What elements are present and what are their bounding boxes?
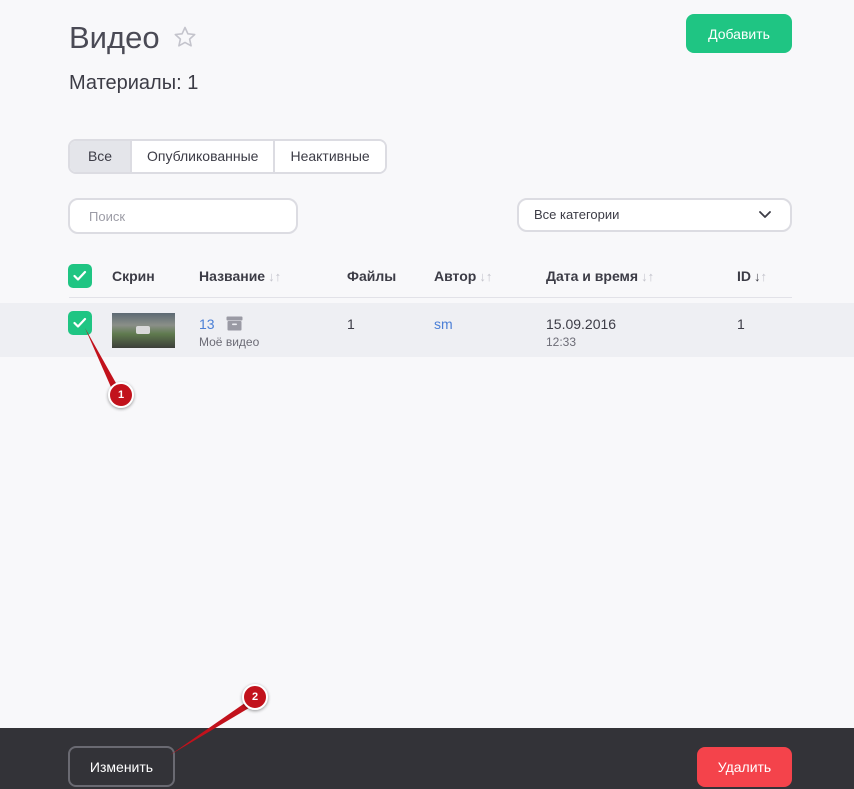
header-divider xyxy=(69,297,792,298)
tab-all[interactable]: Все xyxy=(70,141,132,172)
row-date: 15.09.2016 xyxy=(546,316,617,332)
column-id[interactable]: ID ↓↑ xyxy=(737,268,767,284)
materials-count: Материалы: 1 xyxy=(69,72,199,94)
column-author[interactable]: Автор ↓↑ xyxy=(434,268,492,284)
sort-arrows-icon[interactable]: ↓↑ xyxy=(268,269,281,284)
sort-desc-icon[interactable]: ↓↑ xyxy=(754,269,767,284)
row-time: 12:33 xyxy=(546,335,577,349)
column-datetime-label: Дата и время xyxy=(546,268,639,284)
files-count: 1 xyxy=(347,316,355,332)
column-id-label: ID xyxy=(737,268,751,284)
column-datetime[interactable]: Дата и время ↓↑ xyxy=(546,268,654,284)
star-icon[interactable] xyxy=(173,25,197,49)
sort-arrows-icon[interactable]: ↓↑ xyxy=(641,269,654,284)
category-select[interactable]: Все категории xyxy=(517,198,792,232)
video-subtitle: Моё видео xyxy=(199,335,260,349)
tab-published[interactable]: Опубликованные xyxy=(132,141,276,172)
annotation-marker-2: 2 xyxy=(242,684,268,710)
category-select-value: Все категории xyxy=(534,207,620,222)
column-title[interactable]: Название ↓↑ xyxy=(199,268,281,284)
author-link[interactable]: sm xyxy=(434,316,453,332)
video-title-link[interactable]: 13 xyxy=(199,316,215,332)
video-thumbnail[interactable] xyxy=(112,313,175,348)
edit-button[interactable]: Изменить xyxy=(68,746,175,787)
select-all-checkbox[interactable] xyxy=(68,264,92,288)
search-input[interactable] xyxy=(68,198,298,234)
check-icon xyxy=(73,270,87,281)
status-tabs: Все Опубликованные Неактивные xyxy=(68,139,387,174)
tab-inactive[interactable]: Неактивные xyxy=(275,141,385,172)
archive-icon xyxy=(226,316,243,331)
column-files: Файлы xyxy=(347,268,397,284)
delete-button[interactable]: Удалить xyxy=(697,747,792,787)
chevron-down-icon xyxy=(759,211,771,218)
column-author-label: Автор xyxy=(434,268,477,284)
column-title-label: Название xyxy=(199,268,266,284)
check-icon xyxy=(73,317,87,328)
column-screen: Скрин xyxy=(112,268,155,284)
page-title: Видео xyxy=(69,20,160,55)
row-checkbox[interactable] xyxy=(68,311,92,335)
row-id: 1 xyxy=(737,316,745,332)
add-button[interactable]: Добавить xyxy=(686,14,792,53)
annotation-marker-1: 1 xyxy=(108,382,134,408)
sort-arrows-icon[interactable]: ↓↑ xyxy=(479,269,492,284)
